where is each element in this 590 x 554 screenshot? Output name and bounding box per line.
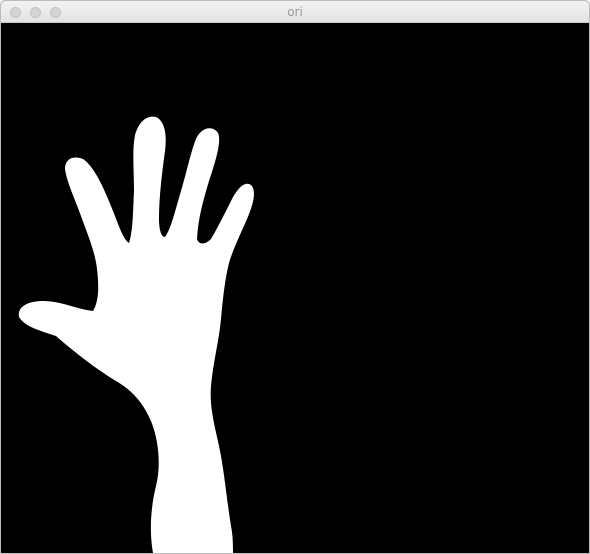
hand-mask-image	[1, 23, 589, 553]
window-title: ori	[287, 5, 303, 19]
mask-background	[1, 23, 589, 553]
image-canvas	[1, 23, 589, 553]
image-window: ori	[0, 0, 590, 554]
title-bar[interactable]: ori	[1, 1, 589, 23]
